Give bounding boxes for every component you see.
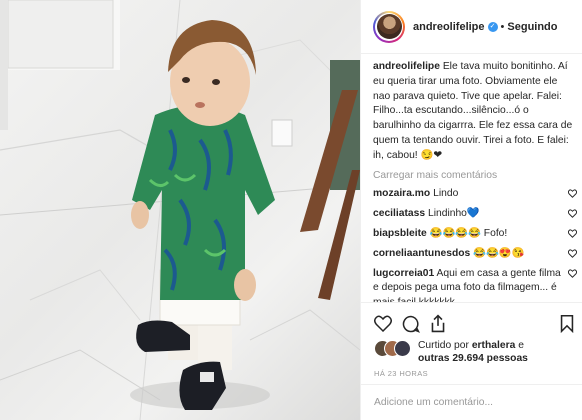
comment-text: Lindinho💙 [425,208,480,220]
load-more-comments-button[interactable]: Carregar mais comentários [373,169,577,184]
comment-row: lugcorreia01 Aqui em casa a gente filma … [373,267,577,302]
comment-like-heart-icon[interactable] [568,249,577,258]
comment-row: biapsbleite 😂😂😂😂 Fofo! [373,227,577,242]
verified-badge-icon: ✓ [487,21,498,32]
comment-text: Lindo [430,188,459,200]
bookmark-icon[interactable] [560,314,574,333]
likes-and: e [515,340,524,351]
like-heart-icon[interactable] [374,315,392,332]
caption: andreolifelipe Ele tava muito bonitinho.… [373,60,577,164]
liker-avatars [374,340,418,357]
separator-dot: • [500,20,505,33]
caption-text: Ele tava muito bonitinho. Aí eu queria t… [373,61,573,161]
post-timestamp[interactable]: HÁ 23 HORAS [374,369,428,378]
comment-like-heart-icon[interactable] [568,189,577,199]
comment-like-heart-icon[interactable] [568,209,577,219]
comment-text: 😂😂😍😘 [470,247,525,259]
action-bar [360,302,582,342]
liker-username[interactable]: erthalera [472,340,516,351]
comment-username[interactable]: corneliaantunesdos [373,248,470,259]
username-link[interactable]: andreolifelipe [413,21,485,33]
comment-row: ceciliatass Lindinho💙 [373,207,577,222]
following-button[interactable]: Seguindo [507,21,557,33]
comment-username[interactable]: lugcorreia01 [373,268,434,279]
likes-count[interactable]: outras 29.694 pessoas [418,353,528,364]
comment-bubble-icon[interactable] [402,315,420,333]
comment-like-heart-icon[interactable] [568,229,577,238]
likes-summary: Curtido por erthalera e outras 29.694 pe… [418,339,528,365]
avatar[interactable] [373,10,405,43]
comment-username[interactable]: biapsbleite [373,228,427,239]
post-header: andreolifelipe ✓ • Seguindo [361,0,582,54]
caption-username[interactable]: andreolifelipe [373,61,440,72]
comment-row: mozaira.mo Lindo [373,187,577,202]
comment-username[interactable]: mozaira.mo [373,188,430,199]
comment-row: corneliaantunesdos 😂😂😍😘 [373,247,577,262]
comment-list: mozaira.mo Lindo ceciliatass Lindinho💙 bia… [373,187,577,302]
add-comment-input[interactable]: Adicione um comentário... [360,384,582,420]
avatar-image [376,14,402,39]
comment-username[interactable]: ceciliatass [373,208,425,219]
comment-text: 😂😂😂😂 Fofo! [426,227,508,239]
photo-scene [0,0,360,420]
comment-like-heart-icon[interactable] [568,268,577,278]
likes-prefix: Curtido por [418,340,472,351]
share-icon[interactable] [430,314,446,333]
post-photo[interactable] [0,0,360,420]
comments-section: andreolifelipe Ele tava muito bonitinho.… [373,60,577,302]
